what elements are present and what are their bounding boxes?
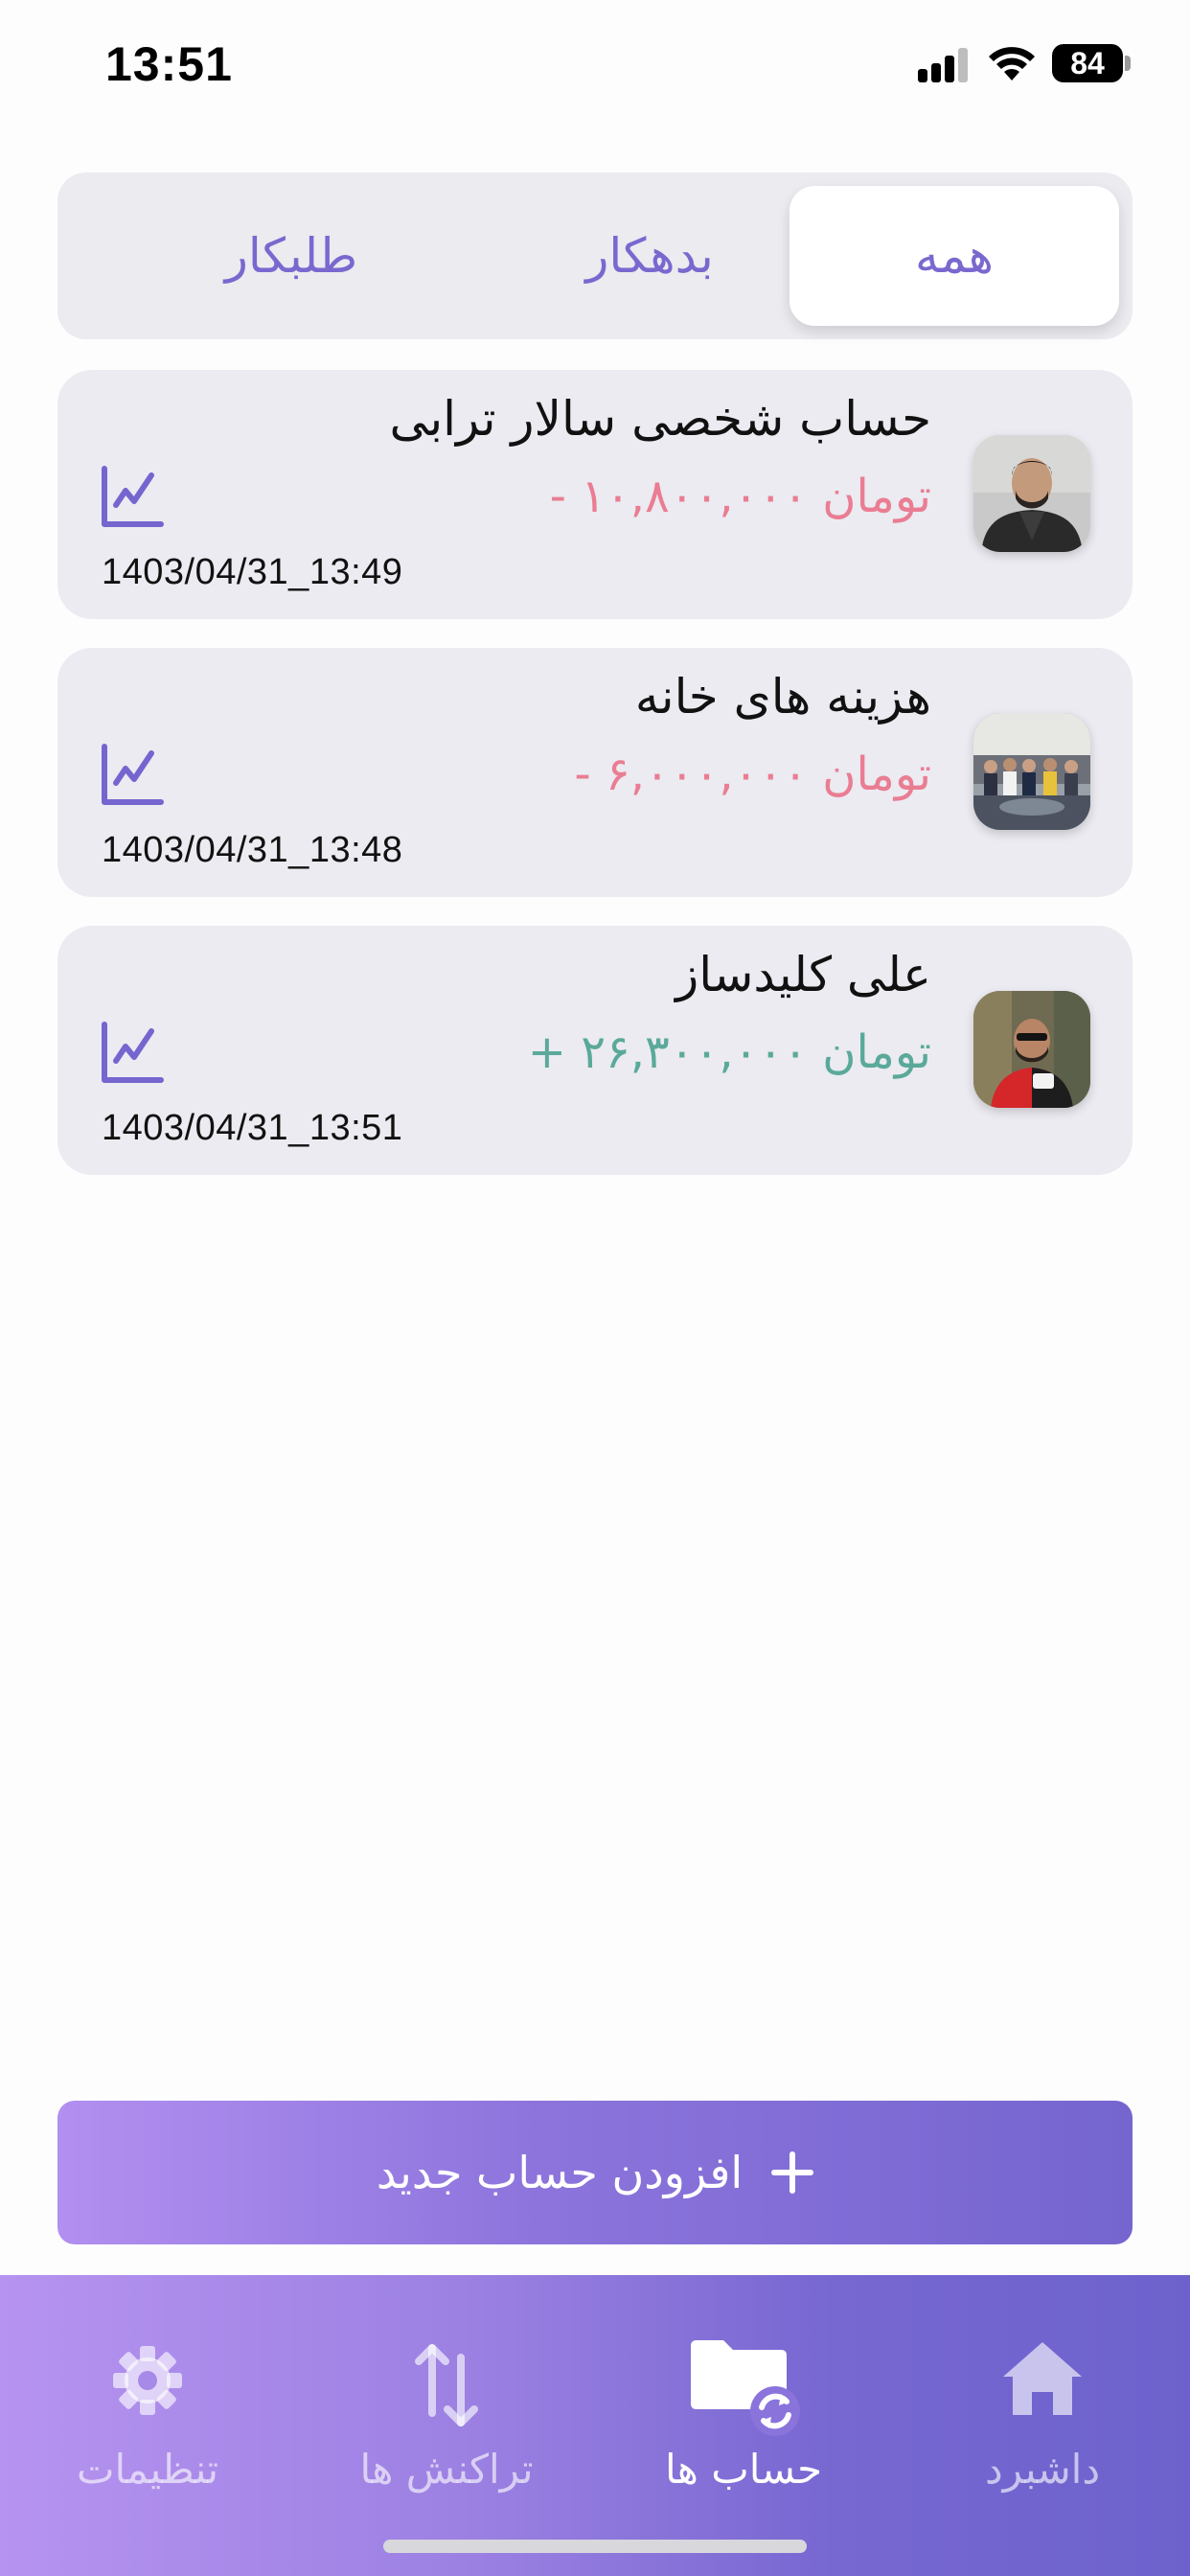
- nav-label: تنظیمات: [76, 2446, 219, 2493]
- account-name: علی کلیدساز: [675, 947, 931, 1002]
- nav-dashboard[interactable]: داشبرد: [918, 2333, 1167, 2524]
- status-time: 13:51: [105, 37, 233, 91]
- home-icon: [1003, 2342, 1082, 2415]
- account-card[interactable]: هزینه های خانه - ۶,۰۰۰,۰۰۰ تومان 1403/04…: [57, 648, 1133, 897]
- tab-creditor[interactable]: طلبکار: [126, 186, 456, 326]
- add-account-button[interactable]: افزودن حساب جدید: [57, 2101, 1133, 2244]
- account-balance: + ۲۶,۳۰۰,۰۰۰ تومان: [527, 1025, 931, 1079]
- nav-settings[interactable]: تنظیمات: [23, 2333, 272, 2524]
- account-balance: - ۶,۰۰۰,۰۰۰ تومان: [574, 748, 931, 801]
- plus-icon: [771, 2151, 814, 2194]
- account-balance: - ۱۰,۸۰۰,۰۰۰ تومان: [549, 470, 931, 523]
- account-avatar: [973, 713, 1090, 830]
- nav-accounts[interactable]: حساب ها: [619, 2333, 868, 2524]
- nav-transactions[interactable]: تراکنش ها: [322, 2333, 571, 2524]
- add-account-label: افزودن حساب جدید: [376, 2147, 744, 2198]
- account-date: 1403/04/31_13:49: [102, 552, 403, 592]
- status-bar: 13:51 84: [0, 0, 1190, 134]
- account-card[interactable]: حساب شخصی سالار ترابی - ۱۰,۸۰۰,۰۰۰ تومان…: [57, 370, 1133, 619]
- bottom-nav: تنظیمات تراکنش ها حساب ها داشبرد: [0, 2275, 1190, 2576]
- nav-label: تراکنش ها: [359, 2446, 534, 2493]
- tab-all[interactable]: همه: [790, 186, 1119, 326]
- wifi-icon: [989, 47, 1035, 80]
- chart-icon[interactable]: [100, 744, 165, 807]
- nav-label: داشبرد: [984, 2446, 1101, 2493]
- battery-icon: 84: [1052, 44, 1123, 82]
- account-date: 1403/04/31_13:51: [102, 1108, 403, 1148]
- account-avatar: [973, 435, 1090, 552]
- account-card[interactable]: علی کلیدساز + ۲۶,۳۰۰,۰۰۰ تومان 1403/04/3…: [57, 926, 1133, 1175]
- gear-icon: [113, 2346, 182, 2415]
- home-indicator: [383, 2540, 807, 2553]
- battery-cap: [1125, 56, 1131, 71]
- account-filter-tabs: همه بدهکار طلبکار: [57, 172, 1133, 339]
- chart-icon[interactable]: [100, 466, 165, 529]
- account-avatar: [973, 991, 1090, 1108]
- transfer-arrows-icon: [415, 2344, 478, 2426]
- signal-icon: [918, 48, 968, 82]
- nav-label: حساب ها: [664, 2446, 823, 2493]
- account-name: هزینه های خانه: [634, 669, 931, 724]
- chart-icon[interactable]: [100, 1022, 165, 1085]
- tab-debtor[interactable]: بدهکار: [485, 186, 814, 326]
- account-date: 1403/04/31_13:48: [102, 830, 403, 870]
- folder-sync-icon: [691, 2340, 800, 2436]
- account-name: حساب شخصی سالار ترابی: [389, 391, 931, 447]
